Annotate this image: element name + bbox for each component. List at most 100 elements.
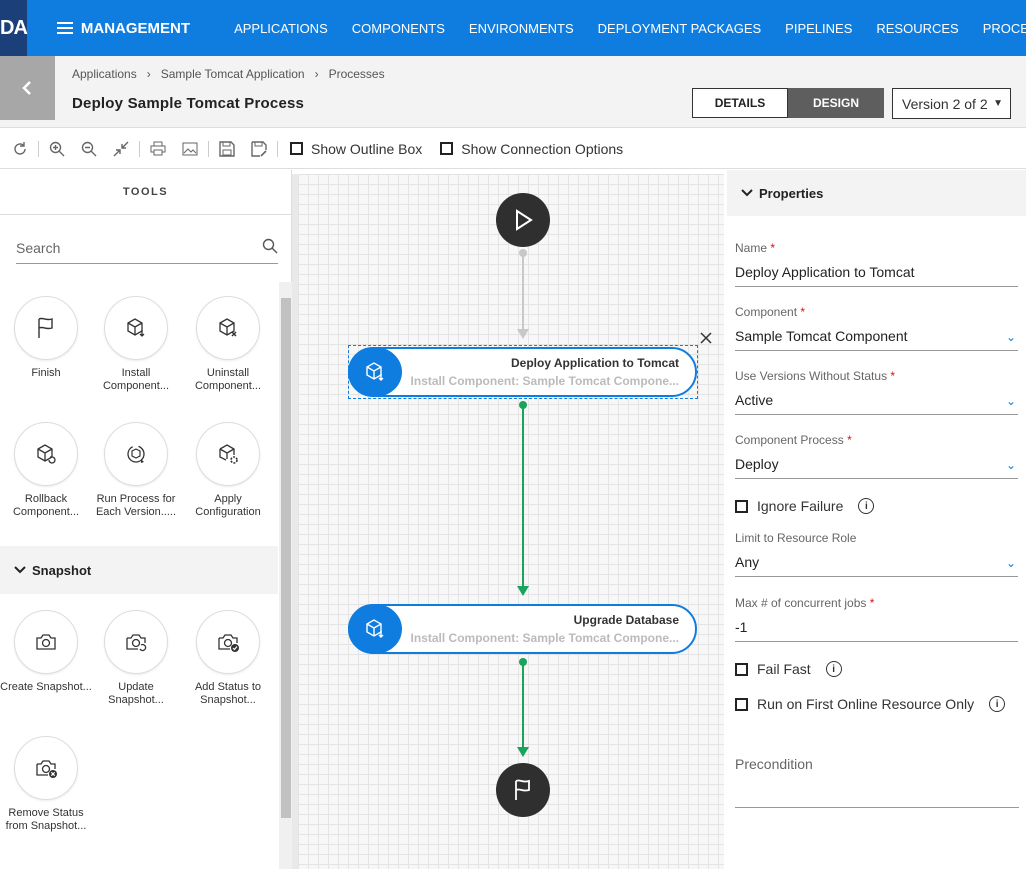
tool-label: Remove Status from Snapshot...: [5, 807, 87, 832]
tool-finish[interactable]: Finish: [0, 296, 92, 380]
tool-label: Run Process for Each Version.....: [95, 493, 177, 518]
node-title: Deploy Application to Tomcat: [510, 356, 679, 370]
tool-update-snapshot[interactable]: Update Snapshot...: [90, 610, 182, 707]
install-icon: [348, 604, 402, 654]
tool-apply-configuration[interactable]: Apply Configuration: [182, 422, 274, 519]
versions-select[interactable]: Active ⌄: [735, 392, 1018, 415]
chevron-right-icon: ›: [146, 67, 151, 81]
save-icon[interactable]: [217, 139, 237, 159]
show-connection-checkbox[interactable]: Show Connection Options: [440, 141, 623, 157]
tool-rollback-component[interactable]: Rollback Component...: [0, 422, 92, 519]
refresh-icon[interactable]: [10, 139, 30, 159]
chevron-down-icon: ⌄: [1005, 458, 1016, 472]
process-field: Component Process * Deploy ⌄: [735, 433, 1018, 479]
uninstall-icon: [219, 318, 237, 337]
camera-check-icon: [218, 634, 239, 652]
step-node-deploy[interactable]: Deploy Application to Tomcat Install Com…: [348, 347, 697, 397]
app-logo[interactable]: DA: [0, 0, 28, 56]
breadcrumb-application[interactable]: Sample Tomcat Application: [161, 67, 305, 81]
process-select[interactable]: Deploy ⌄: [735, 456, 1018, 479]
tool-remove-status-snapshot[interactable]: Remove Status from Snapshot...: [0, 736, 92, 833]
info-icon[interactable]: i: [989, 696, 1006, 712]
nav-processes[interactable]: PROCESSES: [983, 21, 1026, 36]
breadcrumb-applications[interactable]: Applications: [72, 67, 137, 81]
process-value: Deploy: [735, 456, 779, 472]
tool-create-snapshot[interactable]: Create Snapshot...: [0, 610, 92, 694]
search-placeholder: Search: [16, 240, 61, 256]
properties-header[interactable]: Properties: [727, 170, 1026, 216]
tools-search-input[interactable]: Search: [16, 234, 278, 264]
nav-environments[interactable]: ENVIRONMENTS: [469, 21, 574, 36]
camera-icon: [36, 634, 56, 650]
component-label: Component: [735, 305, 798, 319]
max-jobs-field: Max # of concurrent jobs * -1: [735, 596, 1018, 642]
show-outline-checkbox[interactable]: Show Outline Box: [290, 141, 422, 157]
nav-deployment-packages[interactable]: DEPLOYMENT PACKAGES: [598, 21, 762, 36]
snapshot-section-header[interactable]: Snapshot: [0, 546, 278, 594]
tool-install-component[interactable]: Install Component...: [90, 296, 182, 393]
show-connection-label: Show Connection Options: [461, 140, 624, 157]
start-node[interactable]: [496, 193, 550, 247]
limit-role-select[interactable]: Any ⌄: [735, 554, 1018, 577]
tab-design[interactable]: DESIGN: [788, 88, 884, 118]
process-canvas[interactable]: Deploy Application to Tomcat Install Com…: [298, 174, 724, 869]
tool-label: Update Snapshot...: [108, 681, 164, 706]
versions-label: Use Versions Without Status: [735, 369, 888, 383]
save-as-icon[interactable]: [249, 139, 269, 159]
tab-details[interactable]: DETAILS: [692, 88, 788, 118]
version-select[interactable]: Version 2 of 2 ▼: [892, 88, 1011, 119]
versions-field: Use Versions Without Status * Active ⌄: [735, 369, 1018, 415]
print-icon[interactable]: [148, 139, 168, 159]
ignore-failure-checkbox[interactable]: Ignore Failure i: [735, 498, 875, 514]
chevron-left-icon: [21, 81, 31, 95]
back-button[interactable]: [0, 56, 55, 120]
view-tabs: DETAILS DESIGN: [692, 88, 884, 118]
name-input[interactable]: Deploy Application to Tomcat: [735, 264, 1018, 287]
tool-label: Uninstall Component...: [194, 367, 262, 392]
management-menu[interactable]: MANAGEMENT: [56, 19, 191, 37]
top-navigation-bar: DA MANAGEMENT APPLICATIONS COMPONENTS EN…: [0, 0, 1026, 56]
install-icon: [127, 318, 145, 337]
component-value: Sample Tomcat Component: [735, 328, 908, 344]
fail-fast-checkbox[interactable]: Fail Fast i: [735, 661, 842, 677]
tools-panel: TOOLS Search Finish Install Component...…: [0, 170, 292, 869]
close-icon[interactable]: [700, 332, 712, 344]
snapshot-label: Snapshot: [32, 562, 92, 578]
caret-down-icon: ▼: [993, 98, 1003, 109]
limit-label: Limit to Resource Role: [735, 531, 857, 545]
nav-resources[interactable]: RESOURCES: [876, 21, 958, 36]
component-field: Component * Sample Tomcat Component ⌄: [735, 305, 1018, 351]
rollback-icon: [37, 444, 56, 464]
process-label: Component Process: [735, 433, 844, 447]
checkbox-icon: [440, 142, 454, 155]
zoom-in-icon[interactable]: [47, 139, 67, 159]
node-subtitle: Install Component: Sample Tomcat Compone…: [410, 631, 679, 645]
tool-run-process[interactable]: Run Process for Each Version.....: [90, 422, 182, 519]
search-icon[interactable]: [262, 238, 278, 254]
nav-components[interactable]: COMPONENTS: [352, 21, 445, 36]
component-select[interactable]: Sample Tomcat Component ⌄: [735, 328, 1018, 351]
management-label: MANAGEMENT: [80, 19, 191, 37]
checkbox-icon: [290, 142, 303, 155]
main-nav: APPLICATIONS COMPONENTS ENVIRONMENTS DEP…: [234, 21, 1026, 36]
fit-icon[interactable]: [111, 139, 131, 159]
max-jobs-input[interactable]: -1: [735, 619, 1018, 642]
info-icon[interactable]: i: [825, 661, 842, 677]
precondition-textarea[interactable]: Precondition: [735, 756, 1019, 808]
nav-applications[interactable]: APPLICATIONS: [234, 21, 328, 36]
finish-node[interactable]: [496, 763, 550, 817]
step-node-upgrade[interactable]: Upgrade Database Install Component: Samp…: [348, 604, 697, 654]
limit-value: Any: [735, 554, 760, 570]
versions-value: Active: [735, 392, 774, 408]
name-field: Name * Deploy Application to Tomcat: [735, 241, 1018, 287]
info-icon[interactable]: i: [858, 498, 875, 514]
nav-pipelines[interactable]: PIPELINES: [785, 21, 852, 36]
tool-uninstall-component[interactable]: Uninstall Component...: [182, 296, 274, 393]
tool-add-status-snapshot[interactable]: Add Status to Snapshot...: [182, 610, 274, 707]
tools-scrollbar-thumb[interactable]: [281, 298, 291, 818]
zoom-out-icon[interactable]: [79, 139, 99, 159]
image-icon[interactable]: [180, 139, 200, 159]
version-value: Version 2 of 2: [902, 95, 988, 112]
run-first-online-checkbox[interactable]: Run on First Online Resource Only i: [735, 696, 1006, 712]
breadcrumb-processes[interactable]: Processes: [329, 67, 385, 81]
